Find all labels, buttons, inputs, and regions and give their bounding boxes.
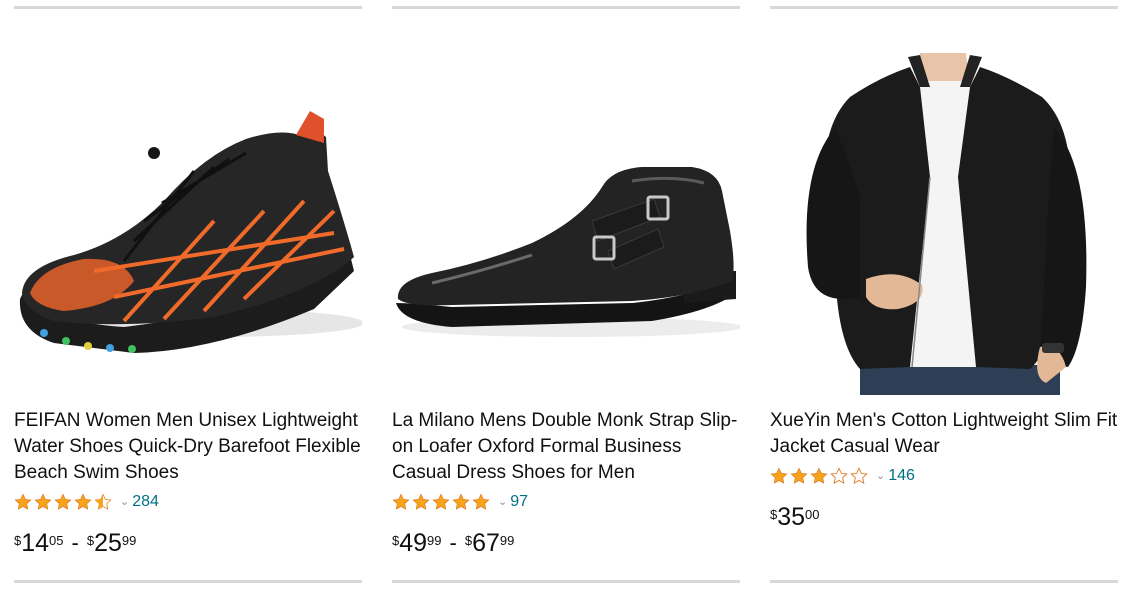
rating[interactable]: ⌄ 146 [770, 464, 915, 488]
star-full-icon [770, 467, 788, 484]
price-range: $ 49 99 - $ 67 99 [392, 530, 514, 556]
price-whole: 35 [777, 503, 806, 531]
star-full-icon [790, 467, 808, 484]
price-range: $ 14 05 - $ 25 99 [14, 530, 136, 556]
star-full-icon [392, 493, 410, 510]
rating[interactable]: ⌄ 284 [14, 490, 159, 514]
price: $ 35 00 [770, 504, 820, 530]
price-whole: 49 [399, 529, 428, 557]
star-full-icon [74, 493, 92, 510]
price-whole: 67 [472, 529, 500, 557]
star-full-icon [412, 493, 430, 510]
product-card[interactable]: FEIFAN Women Men Unisex Lightweight Wate… [14, 0, 362, 591]
star-full-icon [810, 467, 828, 484]
star-empty-icon [830, 467, 848, 484]
product-title[interactable]: XueYin Men's Cotton Lightweight Slim Fit… [770, 408, 1118, 460]
currency-symbol: $ [464, 533, 473, 548]
product-card[interactable]: XueYin Men's Cotton Lightweight Slim Fit… [770, 0, 1118, 591]
chevron-down-icon[interactable]: ⌄ [876, 470, 885, 482]
star-rating[interactable] [14, 493, 112, 511]
star-full-icon [452, 493, 470, 510]
chevron-down-icon[interactable]: ⌄ [120, 496, 129, 508]
price-fraction: 99 [121, 533, 137, 548]
star-full-icon [34, 493, 52, 510]
currency-symbol: $ [770, 507, 778, 522]
star-empty-icon [850, 467, 868, 484]
rating[interactable]: ⌄ 97 [392, 490, 528, 514]
chevron-down-icon[interactable]: ⌄ [498, 496, 507, 508]
product-title[interactable]: La Milano Mens Double Monk Strap Slip-on… [392, 408, 740, 486]
product-image-water-shoe[interactable] [14, 36, 362, 406]
divider [14, 6, 362, 9]
price-separator: - [71, 530, 79, 555]
price-fraction: 05 [49, 533, 64, 548]
price-separator: - [449, 530, 457, 555]
currency-symbol: $ [86, 533, 95, 548]
review-count-link[interactable]: 284 [132, 493, 159, 511]
price-whole: 14 [21, 529, 50, 557]
currency-symbol: $ [14, 533, 22, 548]
review-count-link[interactable]: 97 [510, 493, 528, 511]
price-whole: 25 [94, 529, 122, 557]
review-count-link[interactable]: 146 [888, 467, 915, 485]
divider [770, 6, 1118, 9]
divider [392, 6, 740, 9]
product-image-monk-strap-shoe[interactable] [392, 36, 740, 406]
price-fraction: 00 [805, 507, 820, 522]
divider [392, 580, 740, 583]
star-half-icon [94, 493, 112, 510]
star-rating[interactable] [392, 493, 490, 511]
product-image-jacket[interactable] [770, 36, 1118, 406]
price-fraction: 99 [427, 533, 442, 548]
star-full-icon [54, 493, 72, 510]
star-rating[interactable] [770, 467, 868, 485]
product-card[interactable]: La Milano Mens Double Monk Strap Slip-on… [392, 0, 740, 591]
product-title[interactable]: FEIFAN Women Men Unisex Lightweight Wate… [14, 408, 362, 486]
star-full-icon [432, 493, 450, 510]
currency-symbol: $ [392, 533, 400, 548]
star-full-icon [472, 493, 490, 510]
divider [14, 580, 362, 583]
divider [770, 580, 1118, 583]
price-fraction: 99 [499, 533, 515, 548]
star-full-icon [14, 493, 32, 510]
